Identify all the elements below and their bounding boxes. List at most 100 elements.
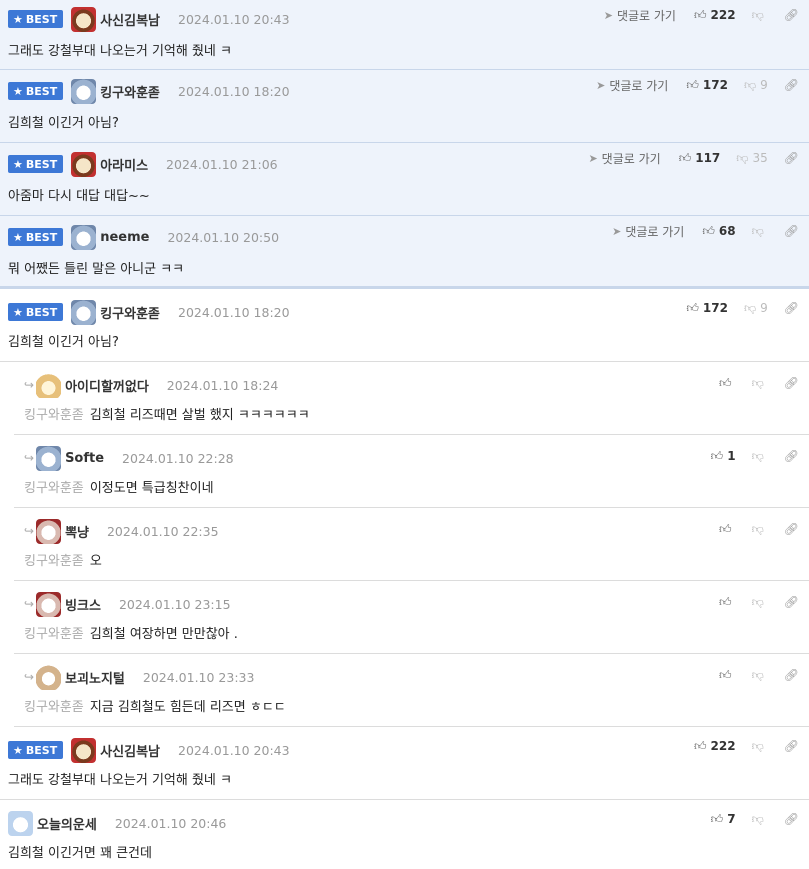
- thumbs-down-icon: 👎︎: [751, 375, 764, 390]
- reply-arrow-icon: ↪: [24, 670, 35, 684]
- upvote-button[interactable]: 👍︎ 68: [702, 224, 735, 239]
- star-icon: ★: [13, 305, 23, 319]
- downvote-button[interactable]: 👎︎: [752, 522, 768, 537]
- downvote-button[interactable]: 👎︎: [752, 8, 768, 23]
- upvote-button[interactable]: 👍︎ 7: [711, 812, 736, 827]
- reply-target[interactable]: 킹구와훈졷: [24, 700, 84, 715]
- nickname[interactable]: 사신김복남: [100, 10, 160, 29]
- downvote-button[interactable]: 👎︎: [752, 668, 768, 683]
- send-icon: ➤: [603, 8, 613, 22]
- thumbs-up-icon: 👍︎: [693, 7, 707, 22]
- avatar[interactable]: [71, 737, 97, 763]
- best-comment: ★ BEST 사신김복남 2024.01.10 20:43 ➤ 댓글로 가기 👍︎ 2…: [0, 0, 809, 70]
- downvote-button[interactable]: 👎︎ 9: [744, 301, 768, 316]
- downvote-button[interactable]: 👎︎: [752, 449, 768, 464]
- nickname[interactable]: 아이디할꺼없다: [65, 376, 149, 395]
- reply-comment: ↪ Softe 2024.01.10 22:28 👍︎ 1 👎︎ 🔗︎ 킹구와훈졷…: [14, 435, 809, 508]
- best-badge: ★ BEST: [8, 303, 64, 321]
- link-icon[interactable]: 🔗︎: [784, 151, 799, 165]
- upvote-button[interactable]: 👍︎ 222: [694, 8, 736, 23]
- reply-comment: ↪ 빙크스 2024.01.10 23:15 👍︎ 👎︎ 🔗︎ 킹구와훈졷 김희철…: [14, 581, 809, 654]
- nickname[interactable]: Softe: [65, 451, 104, 466]
- goto-comment-link[interactable]: ➤ 댓글로 가기: [596, 77, 668, 94]
- thumbs-down-icon: 👎︎: [751, 223, 764, 238]
- goto-comment-link[interactable]: ➤ 댓글로 가기: [588, 150, 660, 167]
- comment-date: 2024.01.10 20:43: [178, 742, 290, 758]
- nickname[interactable]: 뽁냥: [65, 522, 89, 541]
- link-icon[interactable]: 🔗︎: [784, 224, 799, 238]
- thumbs-up-icon: 👍︎: [678, 150, 692, 165]
- link-icon[interactable]: 🔗︎: [784, 8, 799, 22]
- thumbs-down-icon: 👎︎: [751, 594, 764, 609]
- link-icon[interactable]: 🔗︎: [784, 668, 799, 682]
- downvote-button[interactable]: 👎︎: [752, 595, 768, 610]
- link-icon[interactable]: 🔗︎: [784, 812, 799, 826]
- link-icon[interactable]: 🔗︎: [784, 595, 799, 609]
- nickname[interactable]: 킹구와훈졷: [100, 82, 160, 101]
- nickname[interactable]: neeme: [100, 230, 149, 245]
- reply-target[interactable]: 킹구와훈졷: [24, 627, 84, 642]
- avatar[interactable]: [71, 6, 97, 32]
- link-icon[interactable]: 🔗︎: [784, 449, 799, 463]
- reply-target[interactable]: 킹구와훈졷: [24, 408, 84, 423]
- avatar[interactable]: [36, 518, 62, 544]
- upvote-button[interactable]: 👍︎ 172: [686, 301, 728, 316]
- upvote-button[interactable]: 👍︎: [719, 376, 736, 391]
- downvote-button[interactable]: 👎︎: [752, 376, 768, 391]
- nickname[interactable]: 빙크스: [65, 595, 101, 614]
- reply-target[interactable]: 킹구와훈졷: [24, 554, 84, 569]
- send-icon: ➤: [612, 224, 622, 238]
- thumbs-up-icon: 👍︎: [719, 521, 732, 536]
- downvote-button[interactable]: 👎︎: [752, 224, 768, 239]
- avatar[interactable]: [36, 445, 62, 471]
- downvote-button[interactable]: 👎︎: [752, 812, 768, 827]
- avatar[interactable]: [71, 224, 97, 250]
- thumbs-down-icon: 👎︎: [743, 77, 757, 92]
- avatar[interactable]: [36, 664, 62, 690]
- upvote-button[interactable]: 👍︎: [719, 522, 736, 537]
- comment-text: 그래도 강철부대 나오는거 기억해 줬네 ㅋ: [8, 773, 232, 788]
- avatar[interactable]: [36, 372, 62, 398]
- avatar[interactable]: [71, 299, 97, 325]
- best-comment: ★ BEST neeme 2024.01.10 20:50 ➤ 댓글로 가기 👍︎ 6…: [0, 216, 809, 289]
- link-icon[interactable]: 🔗︎: [784, 739, 799, 753]
- link-icon[interactable]: 🔗︎: [784, 522, 799, 536]
- upvote-button[interactable]: 👍︎ 172: [686, 78, 728, 93]
- upvote-button[interactable]: 👍︎: [719, 595, 736, 610]
- best-badge: ★ BEST: [8, 741, 64, 759]
- nickname[interactable]: 아라미스: [100, 155, 148, 174]
- avatar[interactable]: [71, 151, 97, 177]
- upvote-button[interactable]: 👍︎ 117: [679, 151, 721, 166]
- reply-comment: ↪ 뽁냥 2024.01.10 22:35 👍︎ 👎︎ 🔗︎ 킹구와훈졷 오: [14, 508, 809, 581]
- comment-date: 2024.01.10 22:28: [122, 450, 234, 466]
- nickname[interactable]: 킹구와훈졷: [100, 303, 160, 322]
- comment-date: 2024.01.10 18:24: [166, 377, 279, 393]
- link-icon[interactable]: 🔗︎: [784, 301, 799, 315]
- reply-target[interactable]: 킹구와훈졷: [24, 481, 84, 496]
- best-badge: ★ BEST: [8, 155, 64, 173]
- goto-comment-link[interactable]: ➤ 댓글로 가기: [604, 7, 676, 24]
- link-icon[interactable]: 🔗︎: [784, 78, 799, 92]
- avatar[interactable]: [8, 810, 33, 836]
- reply-arrow-icon: ↪: [24, 524, 35, 538]
- comment-date: 2024.01.10 20:43: [178, 11, 290, 27]
- nickname[interactable]: 보괴노지털: [65, 668, 125, 687]
- goto-comment-link[interactable]: ➤ 댓글로 가기: [612, 223, 684, 240]
- link-icon[interactable]: 🔗︎: [784, 376, 799, 390]
- downvote-button[interactable]: 👎︎ 35: [736, 151, 767, 166]
- nickname[interactable]: 오늘의운세: [37, 814, 97, 833]
- avatar[interactable]: [71, 78, 97, 104]
- upvote-button[interactable]: 👍︎: [719, 668, 736, 683]
- downvote-button[interactable]: 👎︎: [752, 739, 768, 754]
- comment-text: 김희철 이긴거 아님?: [8, 116, 119, 131]
- avatar[interactable]: [36, 591, 62, 617]
- upvote-button[interactable]: 👍︎ 1: [711, 449, 736, 464]
- comment-text: 김희철 이긴거면 꽤 큰건데: [8, 846, 152, 861]
- star-icon: ★: [13, 12, 23, 26]
- star-icon: ★: [13, 743, 23, 757]
- thumbs-up-icon: 👍︎: [686, 300, 699, 315]
- star-icon: ★: [13, 230, 23, 244]
- upvote-button[interactable]: 👍︎ 222: [694, 739, 736, 754]
- nickname[interactable]: 사신김복남: [100, 741, 160, 760]
- downvote-button[interactable]: 👎︎ 9: [744, 78, 768, 93]
